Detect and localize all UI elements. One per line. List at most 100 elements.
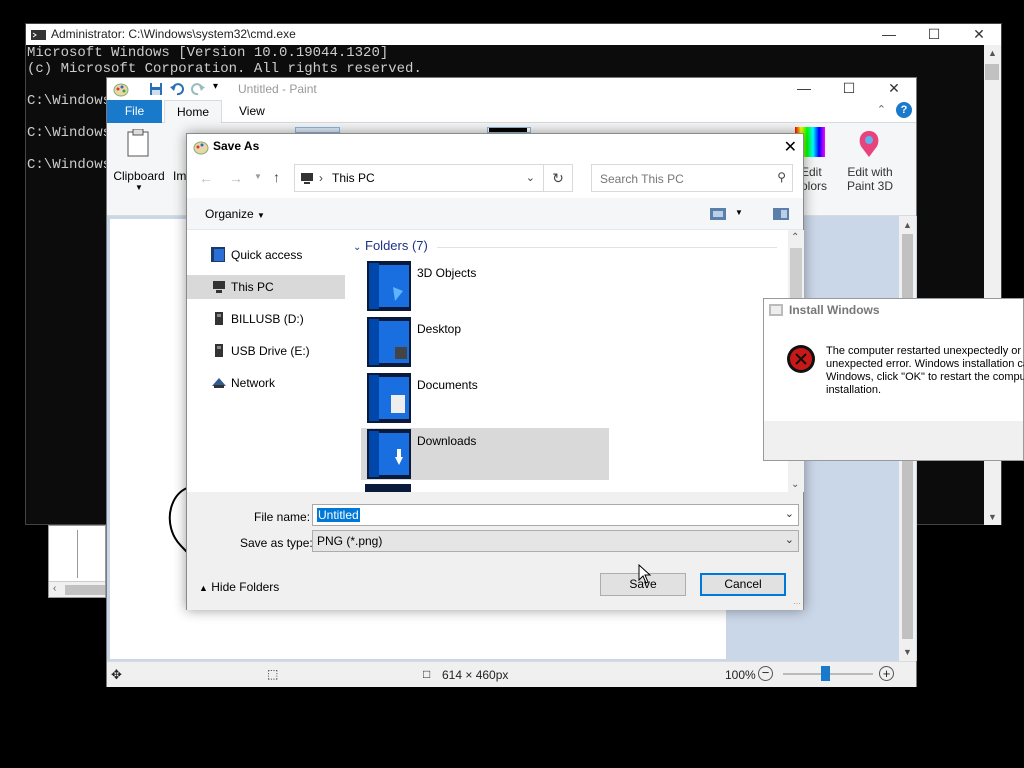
scroll-up-icon[interactable]: ⌃ [791,232,799,243]
folders-group-header[interactable]: ⌄ Folders (7) [353,238,428,253]
sidebar-item-network[interactable]: Network [189,371,343,395]
clipboard-icon [127,129,149,157]
chevron-up-icon: ▲ [199,583,208,593]
save-type-select[interactable]: PNG (*.png) ⌄ [312,530,799,552]
save-as-toolbar: Organize ▼ ▼ [187,198,803,230]
scroll-up-icon[interactable]: ▲ [903,220,912,230]
paint-title-bar[interactable]: ▾ Untitled - Paint — ☐ ✕ [107,78,916,100]
refresh-icon[interactable]: ↻ [543,164,573,192]
clipboard-label: Clipboard [113,169,165,183]
recent-locations-icon[interactable]: ▼ [254,172,262,181]
sidebar-item-billusb[interactable]: BILLUSB (D:) [189,307,343,331]
collapse-group-icon: ⌄ [353,242,362,253]
search-placeholder: Search This PC [600,172,684,186]
sidebar-item-label: BILLUSB (D:) [231,312,304,326]
file-name-value: Untitled [317,508,360,522]
folder-item-3d-objects[interactable]: 3D Objects [361,260,609,312]
background-window: ‹ [48,525,106,598]
paint3d-icon [859,131,879,157]
address-bar[interactable]: › This PC ⌄ [294,164,544,192]
up-icon[interactable]: ↑ [273,169,280,185]
tab-file[interactable]: File [107,100,162,123]
close-icon[interactable]: ✕ [784,137,797,157]
folder-3d-objects-icon [367,261,411,311]
tab-view[interactable]: View [227,100,277,123]
clipboard-dropdown-icon[interactable]: ▼ [135,183,143,192]
zoom-slider-thumb[interactable] [821,666,830,681]
clipboard-group[interactable]: Clipboard ▼ [113,127,165,192]
canvas-size: 614 × 460px [442,668,509,682]
chevron-down-icon[interactable]: ⌄ [785,507,794,520]
horizontal-scrollbar[interactable]: ‹ [49,581,105,597]
tab-home[interactable]: Home [164,100,223,123]
paint3d-label-1: Edit with [847,165,893,179]
redo-icon[interactable] [191,82,205,96]
address-dropdown-icon[interactable]: ⌄ [526,171,535,184]
maximize-icon[interactable]: ☐ [827,78,871,100]
console-line: (c) Microsoft Corporation. All rights re… [27,61,422,77]
view-options-icon[interactable] [709,207,727,221]
console-line: Microsoft Windows [Version 10.0.19044.13… [27,45,389,61]
scroll-down-icon[interactable]: ⌄ [791,479,799,490]
color1-swatch [489,128,527,132]
chevron-down-icon[interactable]: ⌄ [785,533,794,546]
forward-icon[interactable]: → [229,170,243,186]
sidebar-item-label: Quick access [231,248,303,262]
save-as-navigation-bar: ← → ▼ ↑ › This PC ⌄ ↻ Search This PC ⚲ [187,160,803,198]
scroll-down-icon[interactable]: ▼ [903,647,912,657]
save-as-title-bar[interactable]: Save As ✕ [187,134,803,160]
cmd-app-icon [31,30,46,40]
back-icon[interactable]: ← [199,170,213,186]
network-icon [212,378,226,388]
view-dropdown-icon[interactable]: ▼ [735,208,743,217]
maximize-icon[interactable]: ☐ [912,24,956,45]
scroll-up-icon[interactable]: ▲ [988,48,997,58]
usb-drive-icon [215,344,223,357]
sidebar-item-this-pc[interactable]: This PC [187,275,345,299]
help-icon[interactable]: ? [896,102,912,118]
group-divider [437,247,777,248]
folder-item-downloads[interactable]: Downloads [361,428,609,480]
folder-label: Desktop [417,322,462,336]
chevron-down-icon: ▼ [257,211,265,220]
sidebar-item-usb-drive[interactable]: USB Drive (E:) [189,339,343,363]
selection-size-icon: ⬚ [267,667,279,681]
file-name-input[interactable]: Untitled ⌄ [312,504,799,526]
cancel-button[interactable]: Cancel [700,573,786,596]
this-pc-icon [301,173,313,184]
folder-item-partial[interactable] [365,484,411,492]
resize-grip-icon[interactable]: ⋯ [793,599,801,608]
close-icon[interactable]: ✕ [957,24,1001,45]
paint3d-label-2: Paint 3D [846,179,894,193]
hide-folders-button[interactable]: ▲ Hide Folders [199,580,279,594]
save-icon[interactable] [149,82,163,96]
preview-pane-icon[interactable] [772,207,790,221]
scroll-thumb[interactable] [65,585,105,595]
scroll-thumb[interactable] [985,64,999,80]
folder-item-documents[interactable]: Documents [361,372,609,424]
install-windows-title-bar[interactable]: Install Windows [764,299,1023,321]
minimize-icon[interactable]: — [867,24,911,45]
mouse-cursor-icon [638,564,652,584]
cmd-title-bar[interactable]: Administrator: C:\Windows\system32\cmd.e… [26,24,1001,45]
zoom-in-icon[interactable]: + [879,666,894,681]
save-type-label: Save as type: [240,536,313,550]
error-icon [787,345,815,373]
breadcrumb-this-pc[interactable]: This PC [332,171,375,185]
scroll-down-icon[interactable]: ▼ [988,512,997,522]
sidebar-item-quick-access[interactable]: Quick access [189,243,343,267]
search-input[interactable]: Search This PC ⚲ [591,164,793,192]
save-as-dialog: Save As ✕ ← → ▼ ↑ › This PC ⌄ ↻ Search T… [186,133,804,610]
organize-button[interactable]: Organize ▼ [205,207,265,221]
edit-colors-label-1: Edit [801,165,822,179]
scroll-left-icon[interactable]: ‹ [53,583,56,594]
folder-item-desktop[interactable]: Desktop [361,316,609,368]
minimize-icon[interactable]: — [782,78,826,100]
customize-quick-access-icon[interactable]: ▾ [213,81,218,92]
undo-icon[interactable] [170,82,184,96]
edit-with-paint3d-button[interactable]: Edit with Paint 3D [841,127,899,193]
hide-folders-label: Hide Folders [211,580,280,594]
collapse-ribbon-icon[interactable]: ⌃ [877,103,886,116]
close-icon[interactable]: ✕ [872,78,916,100]
zoom-out-icon[interactable]: − [758,666,773,681]
